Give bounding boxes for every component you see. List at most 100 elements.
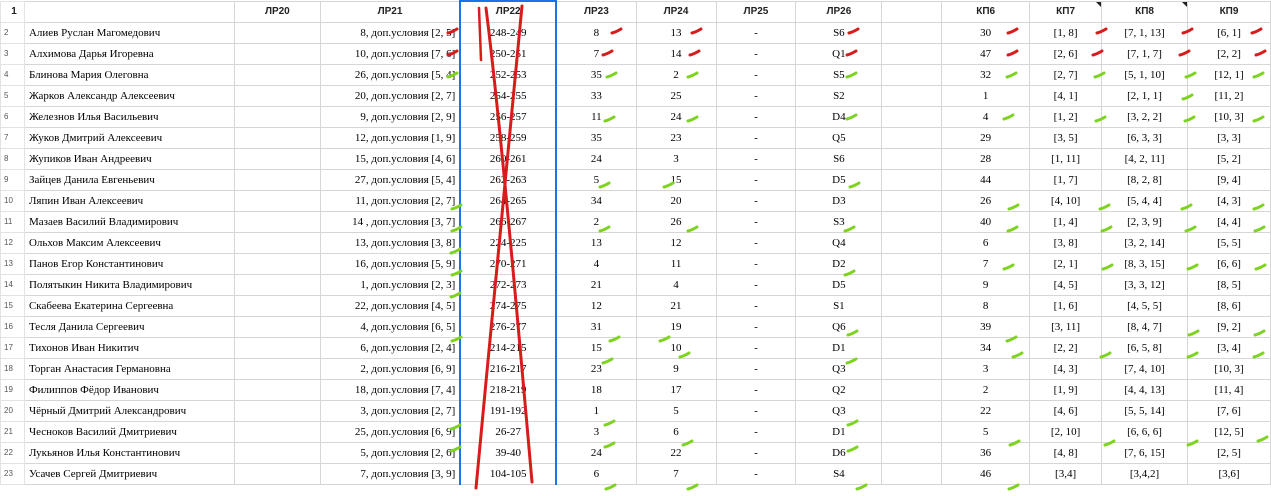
lr22-cell[interactable]: 254-255 [459, 84, 558, 107]
kp6-cell[interactable]: 6 [941, 231, 1031, 254]
lr25-cell[interactable]: - [715, 210, 797, 233]
lr25-cell[interactable]: - [715, 315, 797, 338]
lr23-cell[interactable]: 23 [555, 357, 637, 380]
lr21-cell[interactable]: 3, доп.условия [2, 7] [319, 399, 461, 422]
lr21-cell[interactable]: 27, доп.условия [5, 4] [319, 168, 461, 191]
blank-cell[interactable] [881, 210, 943, 233]
blank-cell[interactable] [881, 315, 943, 338]
lr21-cell[interactable]: 5, доп.условия [2, 6] [319, 441, 461, 464]
lr24-cell[interactable]: 11 [635, 252, 717, 275]
lr20-cell[interactable] [233, 168, 321, 191]
kp6-cell[interactable]: 28 [941, 147, 1031, 170]
student-name-cell[interactable]: Чёрный Дмитрий Александрович [23, 399, 235, 422]
lr20-cell[interactable] [233, 147, 321, 170]
lr25-cell[interactable]: - [715, 231, 797, 254]
kp8-cell[interactable]: [7, 6, 15] [1101, 441, 1188, 464]
kp7-cell[interactable]: [2, 6] [1029, 42, 1103, 65]
lr23-cell[interactable]: 34 [555, 189, 637, 212]
student-name-cell[interactable]: Жарков Александр Алексеевич [23, 84, 235, 107]
lr25-cell[interactable]: - [715, 399, 797, 422]
kp6-cell[interactable]: 8 [941, 294, 1031, 317]
kp6-cell[interactable]: 1 [941, 84, 1031, 107]
lr24-cell[interactable]: 19 [635, 315, 717, 338]
kp9-cell[interactable]: [3, 4] [1187, 336, 1271, 359]
lr20-cell[interactable] [233, 441, 321, 464]
lr23-cell[interactable]: 31 [555, 315, 637, 338]
student-name-cell[interactable]: Мазаев Василий Владимирович [23, 210, 235, 233]
row-number[interactable]: 12 [0, 231, 25, 254]
lr25-cell[interactable]: - [715, 252, 797, 275]
student-name-cell[interactable]: Ляпин Иван Алексеевич [23, 189, 235, 212]
lr20-cell[interactable] [233, 357, 321, 380]
kp7-cell[interactable]: [2, 10] [1029, 420, 1103, 443]
student-name-cell[interactable]: Филиппов Фёдор Иванович [23, 378, 235, 401]
kp8-cell[interactable]: [6, 6, 6] [1101, 420, 1188, 443]
student-name-cell[interactable]: Алиев Руслан Магомедович [23, 21, 235, 44]
kp8-cell[interactable]: [6, 5, 8] [1101, 336, 1188, 359]
lr25-cell[interactable]: - [715, 21, 797, 44]
lr21-cell[interactable]: 26, доп.условия [5, 4] [319, 63, 461, 86]
lr24-cell[interactable]: 2 [635, 63, 717, 86]
lr26-cell[interactable]: D6 [795, 441, 883, 464]
blank-cell[interactable] [881, 21, 943, 44]
lr23-cell[interactable]: 13 [555, 231, 637, 254]
lr23-cell[interactable]: 4 [555, 252, 637, 275]
lr20-cell[interactable] [233, 336, 321, 359]
kp8-cell[interactable]: [5, 5, 14] [1101, 399, 1188, 422]
kp9-cell[interactable]: [9, 4] [1187, 168, 1271, 191]
kp9-cell[interactable]: [5, 2] [1187, 147, 1271, 170]
lr22-cell[interactable]: 248-249 [459, 21, 558, 44]
lr26-cell[interactable]: S5 [795, 63, 883, 86]
lr22-cell[interactable]: 191-192 [459, 399, 558, 422]
student-name-cell[interactable]: Ольхов Максим Алексеевич [23, 231, 235, 254]
row-number[interactable]: 21 [0, 420, 25, 443]
lr21-cell[interactable]: 12, доп.условия [1, 9] [319, 126, 461, 149]
lr21-cell[interactable]: 25, доп.условия [6, 9] [319, 420, 461, 443]
lr21-cell[interactable]: 6, доп.условия [2, 4] [319, 336, 461, 359]
blank-cell[interactable] [881, 63, 943, 86]
kp9-cell[interactable]: [2, 5] [1187, 441, 1271, 464]
lr21-cell[interactable]: 16, доп.условия [5, 9] [319, 252, 461, 275]
lr24-cell[interactable]: 24 [635, 105, 717, 128]
row-number[interactable]: 1 [0, 0, 25, 23]
lr25-cell[interactable]: - [715, 441, 797, 464]
kp8-cell[interactable]: [3,4,2] [1101, 462, 1188, 485]
lr21-cell[interactable]: 11, доп.условия [2, 7] [319, 189, 461, 212]
kp9-cell[interactable]: [8, 5] [1187, 273, 1271, 296]
lr24-cell[interactable]: 22 [635, 441, 717, 464]
lr26-cell[interactable]: Q3 [795, 399, 883, 422]
kp6-cell[interactable]: 5 [941, 420, 1031, 443]
kp9-cell[interactable]: [11, 2] [1187, 84, 1271, 107]
kp6-cell[interactable]: 46 [941, 462, 1031, 485]
kp6-cell[interactable]: 47 [941, 42, 1031, 65]
lr26-cell[interactable]: Q1 [795, 42, 883, 65]
kp6-cell[interactable]: 2 [941, 378, 1031, 401]
header-cell-lr21[interactable]: ЛР21 [319, 0, 461, 23]
header-cell-lr23[interactable]: ЛР23 [555, 0, 637, 23]
lr20-cell[interactable] [233, 420, 321, 443]
lr22-cell[interactable]: 258-259 [459, 126, 558, 149]
lr26-cell[interactable]: Q6 [795, 315, 883, 338]
lr24-cell[interactable]: 20 [635, 189, 717, 212]
kp7-cell[interactable]: [4, 8] [1029, 441, 1103, 464]
lr20-cell[interactable] [233, 231, 321, 254]
blank-cell[interactable] [881, 357, 943, 380]
lr22-cell[interactable]: 250-251 [459, 42, 558, 65]
row-number[interactable]: 4 [0, 63, 25, 86]
student-name-cell[interactable]: Полятыкин Никита Владимирович [23, 273, 235, 296]
lr22-cell[interactable]: 214-215 [459, 336, 558, 359]
row-number[interactable]: 10 [0, 189, 25, 212]
lr23-cell[interactable]: 21 [555, 273, 637, 296]
kp7-cell[interactable]: [4, 1] [1029, 84, 1103, 107]
row-number[interactable]: 2 [0, 21, 25, 44]
header-cell-lr24[interactable]: ЛР24 [635, 0, 717, 23]
student-name-cell[interactable]: Панов Егор Константинович [23, 252, 235, 275]
lr26-cell[interactable]: S2 [795, 84, 883, 107]
kp7-cell[interactable]: [4, 10] [1029, 189, 1103, 212]
lr24-cell[interactable]: 12 [635, 231, 717, 254]
row-number[interactable]: 22 [0, 441, 25, 464]
lr24-cell[interactable]: 23 [635, 126, 717, 149]
kp8-cell[interactable]: [4, 5, 5] [1101, 294, 1188, 317]
lr21-cell[interactable]: 18, доп.условия [7, 4] [319, 378, 461, 401]
lr25-cell[interactable]: - [715, 84, 797, 107]
